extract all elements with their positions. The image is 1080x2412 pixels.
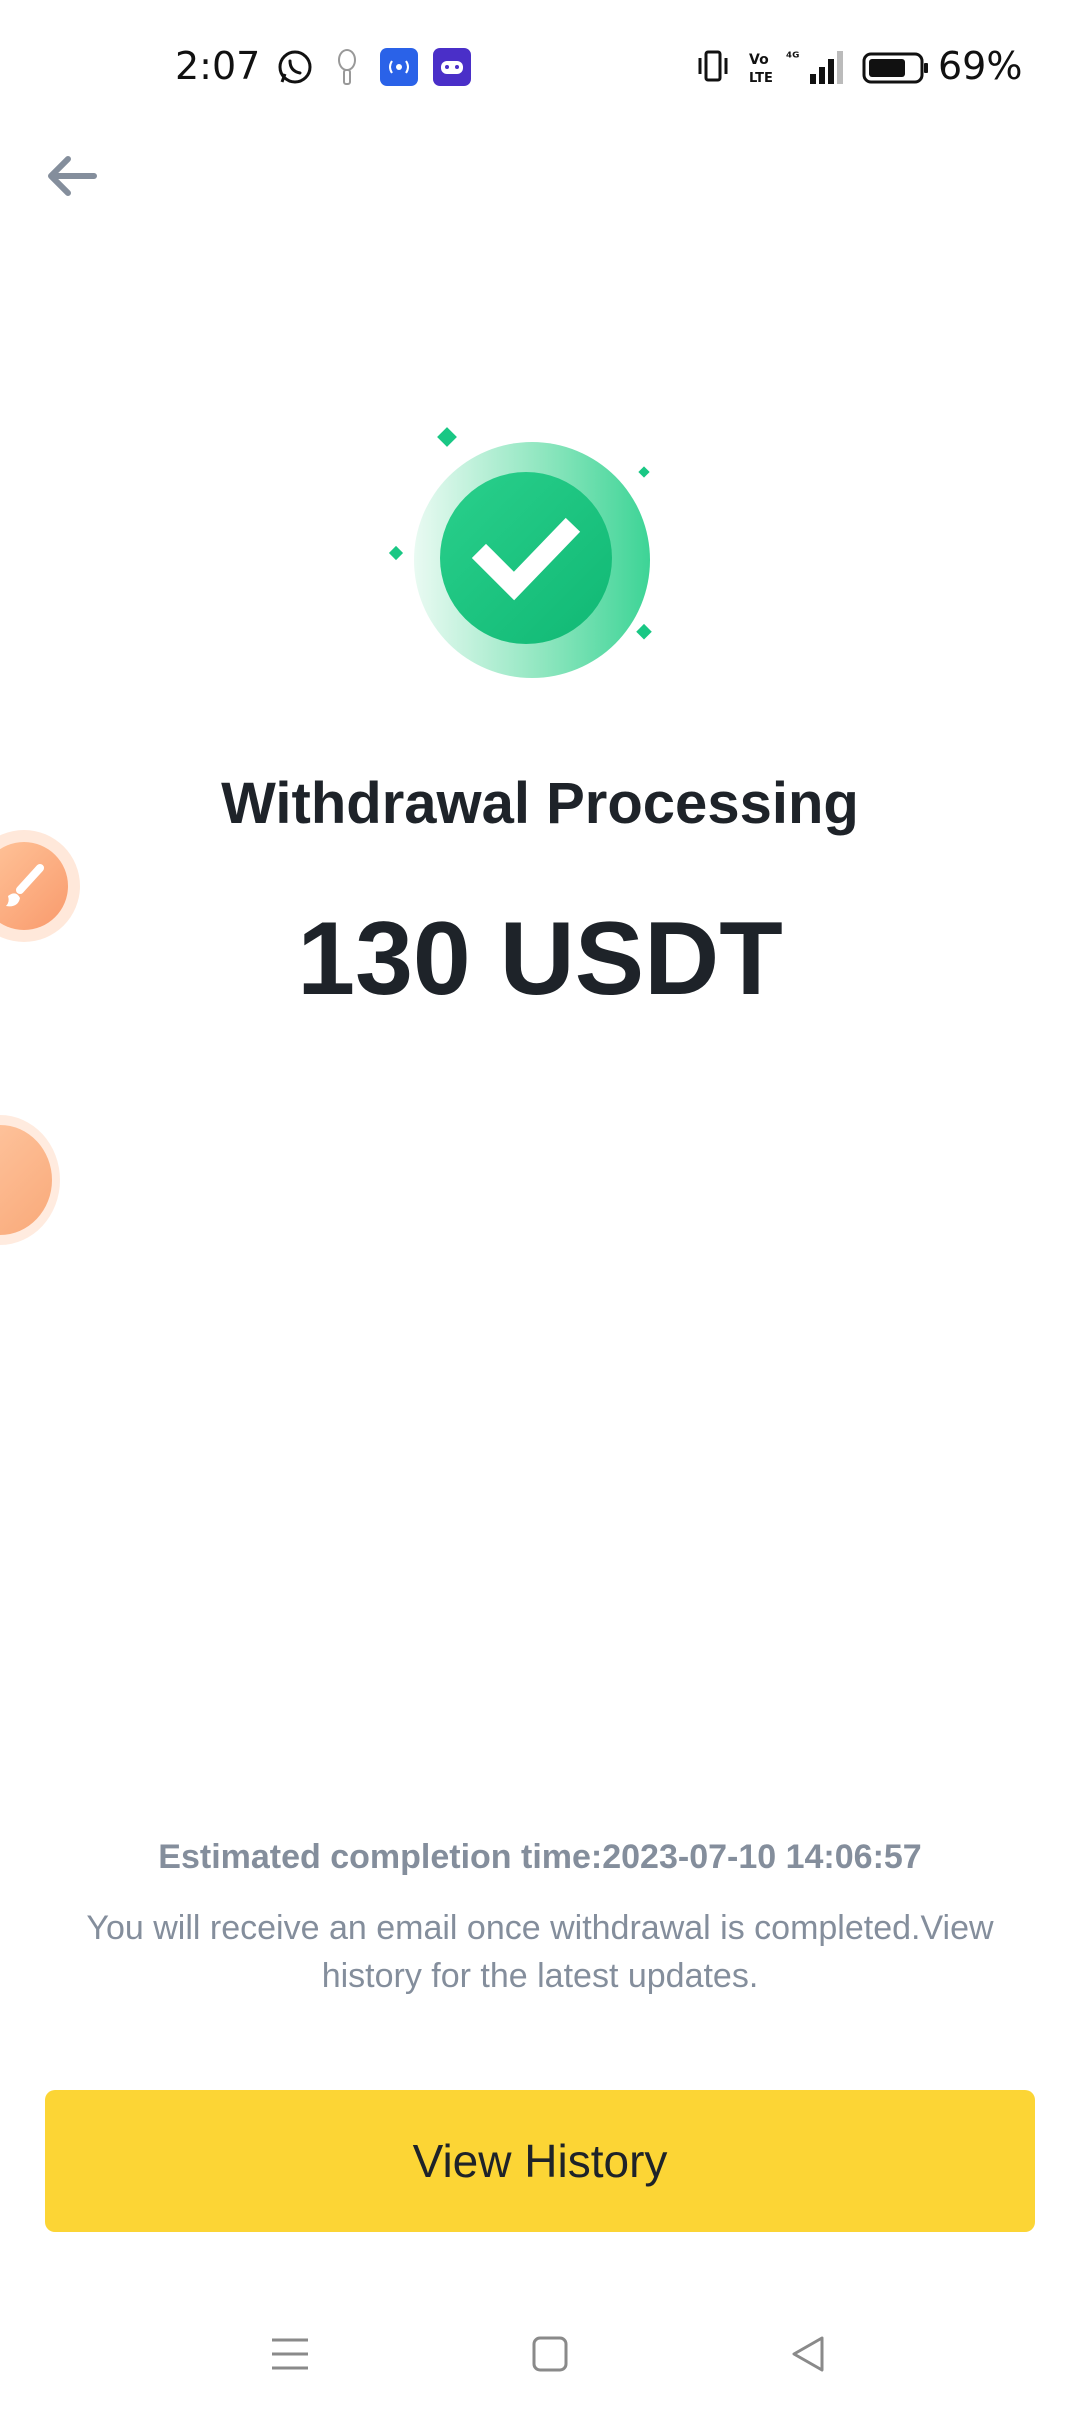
battery-percent: 69%	[938, 44, 1023, 88]
svg-text:⁴ᴳ: ⁴ᴳ	[786, 50, 799, 66]
game-app-icon	[433, 48, 471, 86]
recent-apps-button[interactable]	[260, 2324, 320, 2384]
arrow-left-icon	[48, 156, 97, 196]
view-history-button[interactable]: View History	[45, 2090, 1035, 2232]
back-triangle-icon	[792, 2336, 824, 2372]
whatsapp-icon	[278, 50, 312, 84]
svg-text:LTE: LTE	[749, 71, 773, 86]
check-circle-icon	[388, 427, 652, 678]
status-time: 2:07	[175, 44, 261, 88]
volte-icon: Vo LTE	[749, 52, 773, 86]
withdrawal-amount: 130 USDT	[297, 901, 783, 1017]
navigation-bar	[0, 2300, 1080, 2412]
brush-icon	[6, 864, 44, 907]
menu-icon	[272, 2338, 308, 2370]
signal-4g-icon: ⁴ᴳ	[786, 50, 843, 84]
status-bar: 2:07 Vo LTE ⁴ᴳ 69%	[0, 0, 1080, 140]
estimated-completion-time: Estimated completion time:2023-07-10 14:…	[158, 1838, 922, 1876]
pin-icon	[338, 49, 356, 85]
radio-app-icon	[380, 48, 418, 86]
back-button[interactable]	[36, 140, 108, 212]
svg-text:Vo: Vo	[749, 52, 769, 68]
home-button[interactable]	[520, 2324, 580, 2384]
floating-bubble[interactable]	[0, 1115, 60, 1245]
battery-icon	[862, 52, 928, 84]
vibrate-icon	[698, 50, 728, 82]
home-icon	[532, 2336, 568, 2372]
page-title: Withdrawal Processing	[221, 771, 859, 836]
system-back-button[interactable]	[778, 2324, 838, 2384]
withdrawal-processing-screen: 2:07 Vo LTE ⁴ᴳ 69% Withdrawal Processing…	[0, 0, 1080, 2412]
email-notice: You will receive an email once withdrawa…	[86, 1909, 994, 1995]
